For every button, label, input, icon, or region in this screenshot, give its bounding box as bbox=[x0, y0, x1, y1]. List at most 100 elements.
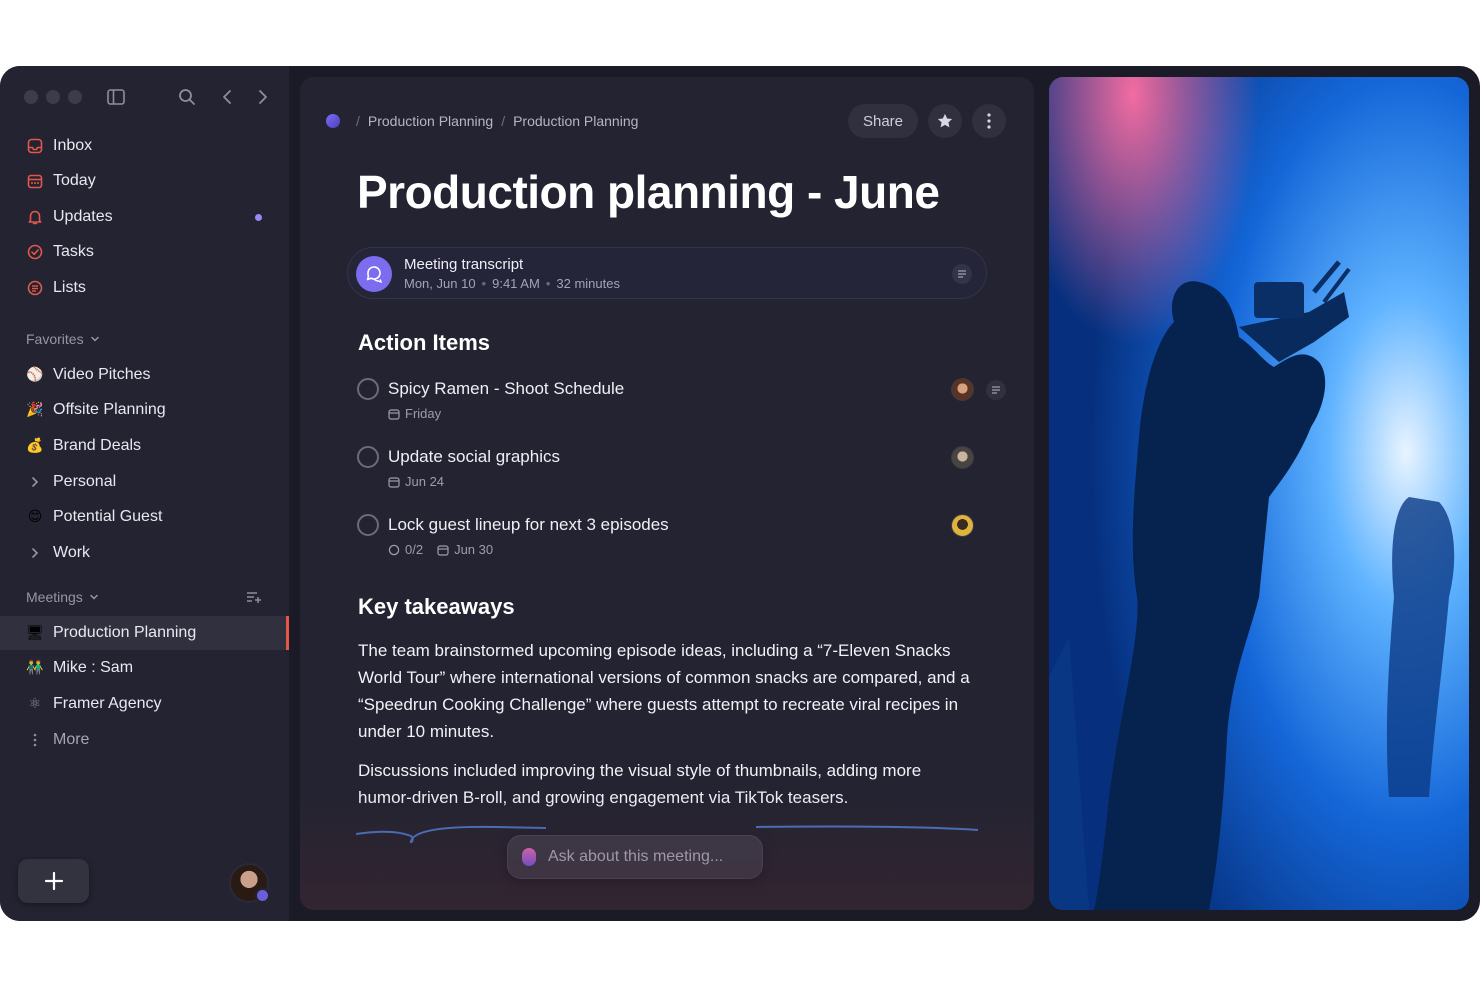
breadcrumb-item[interactable]: Production Planning bbox=[368, 113, 493, 129]
key-takeaways-heading: Key takeaways bbox=[358, 594, 515, 619]
two-people-icon: 👬 bbox=[26, 660, 44, 676]
task-due-date: Friday bbox=[405, 406, 442, 421]
task-title[interactable]: Spicy Ramen - Shoot Schedule bbox=[388, 379, 624, 399]
sidebar-item-potential-guest[interactable]: 😊 Potential Guest bbox=[0, 500, 289, 534]
text-lines-icon[interactable] bbox=[986, 380, 1006, 400]
unread-dot bbox=[255, 214, 262, 221]
more-options-button[interactable] bbox=[972, 104, 1006, 138]
sidebar-item-inbox[interactable]: Inbox bbox=[0, 129, 289, 163]
page-title: Production planning - June bbox=[357, 166, 940, 218]
party-popper-icon: 🎉 bbox=[26, 402, 44, 418]
chevron-down-icon bbox=[90, 336, 99, 342]
sidebar-toggle-icon[interactable] bbox=[105, 86, 127, 108]
sidebar-item-label: Production Planning bbox=[53, 624, 197, 641]
sidebar-item-label: Framer Agency bbox=[53, 695, 162, 712]
task-meta: 0/2 Jun 30 bbox=[388, 542, 507, 557]
task-row: Update social graphics Jun 24 bbox=[357, 446, 1017, 502]
sidebar-item-label: Lists bbox=[53, 279, 86, 296]
sidebar-item-label: Personal bbox=[53, 473, 117, 490]
more-vertical-icon bbox=[26, 731, 44, 749]
share-button[interactable]: Share bbox=[848, 104, 918, 138]
task-meta: Friday bbox=[388, 406, 455, 421]
more-vertical-icon bbox=[987, 113, 991, 129]
close-window-button[interactable] bbox=[24, 90, 38, 104]
sidebar-item-mike-sam[interactable]: 👬 Mike : Sam bbox=[0, 651, 289, 685]
task-title[interactable]: Lock guest lineup for next 3 episodes bbox=[388, 515, 669, 535]
sidebar-item-offsite-planning[interactable]: 🎉 Offsite Planning bbox=[0, 393, 289, 427]
workspace-logo-icon[interactable] bbox=[326, 114, 340, 128]
sidebar-item-label: Offsite Planning bbox=[53, 401, 166, 418]
sidebar-item-framer-agency[interactable]: ⚛ Framer Agency bbox=[0, 687, 289, 721]
sidebar-item-updates[interactable]: Updates bbox=[0, 200, 289, 234]
add-meeting-icon[interactable] bbox=[243, 586, 265, 608]
forward-arrow-icon[interactable] bbox=[252, 86, 274, 108]
sidebar-item-label: Video Pitches bbox=[53, 366, 151, 383]
assignee-avatar[interactable] bbox=[951, 378, 974, 401]
breadcrumb: / Production Planning / Production Plann… bbox=[326, 113, 638, 129]
takeaway-paragraph: Discussions included improving the visua… bbox=[358, 761, 922, 807]
sidebar-item-production-planning[interactable]: 🖥 Production Planning bbox=[0, 616, 289, 650]
section-title: Favorites bbox=[26, 331, 84, 347]
sidebar-item-more[interactable]: More bbox=[0, 723, 289, 757]
baseball-icon: ⚾ bbox=[26, 367, 44, 383]
sidebar-item-personal[interactable]: Personal bbox=[0, 465, 289, 499]
chevron-right-icon[interactable] bbox=[26, 544, 44, 562]
task-row: Lock guest lineup for next 3 episodes 0/… bbox=[357, 514, 1017, 570]
section-title: Meetings bbox=[26, 589, 83, 605]
sidebar-item-video-pitches[interactable]: ⚾ Video Pitches bbox=[0, 358, 289, 392]
sidebar-item-label: Potential Guest bbox=[53, 508, 163, 525]
sidebar-item-label: Work bbox=[53, 544, 91, 561]
star-icon bbox=[937, 113, 953, 128]
task-checkbox[interactable] bbox=[357, 378, 379, 400]
minimize-window-button[interactable] bbox=[46, 90, 60, 104]
assignee-avatar[interactable] bbox=[951, 446, 974, 469]
workspace-badge-icon bbox=[255, 888, 270, 903]
task-row: Spicy Ramen - Shoot Schedule Friday bbox=[357, 378, 1017, 434]
videographer-silhouette-image bbox=[1049, 77, 1469, 910]
favorite-button[interactable] bbox=[928, 104, 962, 138]
sidebar-item-tasks[interactable]: Tasks bbox=[0, 235, 289, 269]
task-subtasks: 0/2 bbox=[405, 542, 424, 557]
transcript-meta: Mon, Jun 10 • 9:41 AM • 32 minutes bbox=[404, 276, 620, 291]
chevron-right-icon[interactable] bbox=[26, 473, 44, 491]
bell-icon bbox=[26, 208, 44, 226]
transcript-date: Mon, Jun 10 bbox=[404, 276, 476, 291]
sidebar-item-brand-deals[interactable]: 💰 Brand Deals bbox=[0, 429, 289, 463]
sidebar-item-lists[interactable]: Lists bbox=[0, 271, 289, 305]
sidebar-item-label: Inbox bbox=[53, 137, 93, 154]
app-window: Inbox Today Updates Tasks Lists Favorite… bbox=[0, 66, 1480, 921]
calendar-icon bbox=[26, 172, 44, 190]
transcript-time: 9:41 AM bbox=[492, 276, 540, 291]
chat-bubble-icon bbox=[356, 256, 392, 292]
text-lines-icon[interactable] bbox=[952, 264, 972, 284]
ask-placeholder: Ask about this meeting... bbox=[548, 848, 724, 865]
sidebar: Inbox Today Updates Tasks Lists Favorite… bbox=[0, 66, 289, 921]
sidebar-item-label: Brand Deals bbox=[53, 437, 142, 454]
window-controls bbox=[24, 90, 82, 104]
search-icon[interactable] bbox=[176, 86, 198, 108]
ask-meeting-input[interactable]: Ask about this meeting... bbox=[507, 835, 763, 879]
task-checkbox[interactable] bbox=[357, 446, 379, 468]
assignee-avatar[interactable] bbox=[951, 514, 974, 537]
avatar[interactable] bbox=[229, 863, 270, 903]
calendar-icon bbox=[388, 408, 400, 420]
zoom-window-button[interactable] bbox=[68, 90, 82, 104]
subtask-progress-icon bbox=[388, 544, 400, 555]
meetings-header[interactable]: Meetings bbox=[26, 589, 99, 605]
sidebar-item-today[interactable]: Today bbox=[0, 164, 289, 198]
breadcrumb-item[interactable]: Production Planning bbox=[513, 113, 638, 129]
check-circle-icon bbox=[26, 243, 44, 261]
sidebar-item-label: More bbox=[53, 731, 90, 748]
new-item-button[interactable] bbox=[18, 859, 89, 903]
sidebar-item-work[interactable]: Work bbox=[0, 536, 289, 570]
meeting-transcript-card[interactable]: Meeting transcript Mon, Jun 10 • 9:41 AM • 3… bbox=[347, 247, 987, 299]
favorites-header[interactable]: Favorites bbox=[26, 331, 100, 347]
task-checkbox[interactable] bbox=[357, 514, 379, 536]
meeting-document: / Production Planning / Production Plann… bbox=[300, 77, 1034, 910]
monitor-icon: 🖥 bbox=[26, 625, 44, 641]
sidebar-item-label: Tasks bbox=[53, 243, 94, 260]
task-meta: Jun 24 bbox=[388, 474, 458, 489]
task-title[interactable]: Update social graphics bbox=[388, 447, 560, 467]
sidebar-item-label: Mike : Sam bbox=[53, 659, 134, 676]
back-arrow-icon[interactable] bbox=[216, 86, 238, 108]
